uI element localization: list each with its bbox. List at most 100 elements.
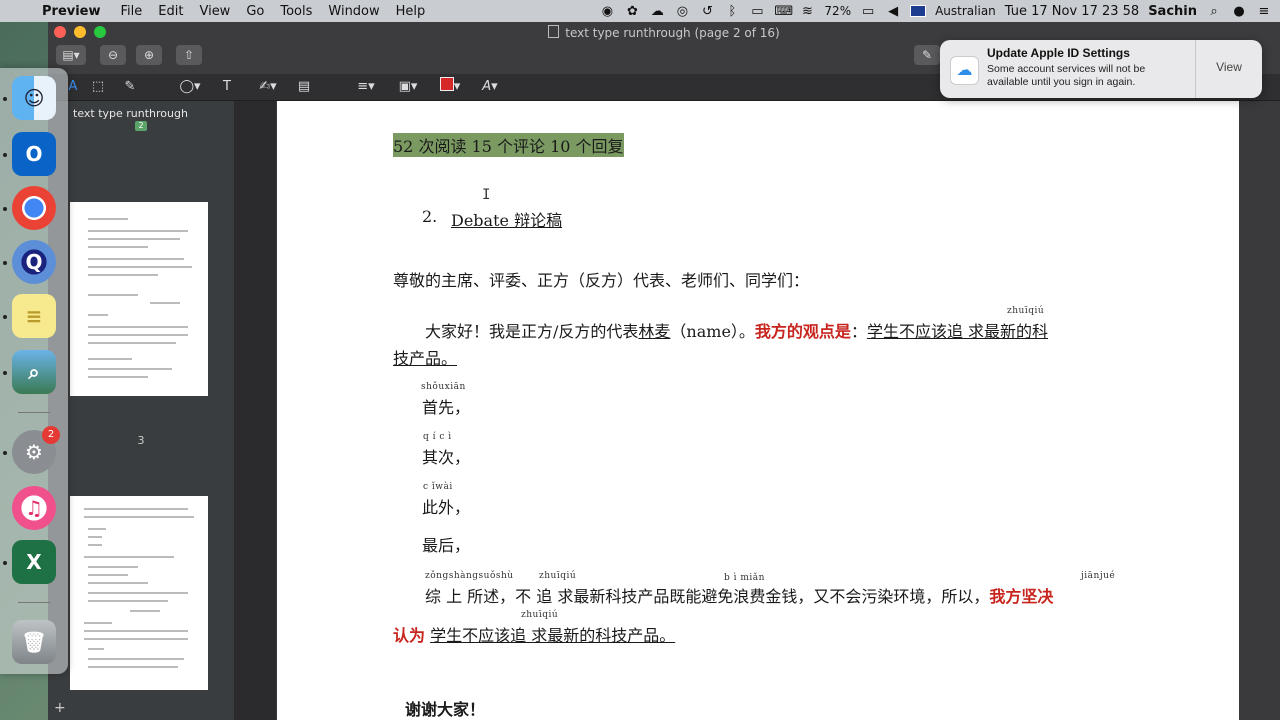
- share-button[interactable]: ⇧: [176, 45, 202, 65]
- read-stats: 52 次阅读 15 个评论 10 个回复: [393, 133, 624, 157]
- add-page-icon[interactable]: +: [54, 700, 66, 716]
- page-number-badge: 2: [135, 121, 147, 131]
- fill-color-swatch: [439, 77, 454, 91]
- status-tray: ◉ ✿ ☁ ◎ ↺ ᛒ ▭ ⌨ ≋ 72% ▭ ◀ Australian Tue…: [599, 0, 1272, 22]
- record-icon[interactable]: ◉: [599, 4, 615, 19]
- spotlight-icon[interactable]: ⌕: [1206, 4, 1222, 19]
- sidebar-toggle-button[interactable]: ▤▾: [56, 45, 86, 65]
- running-dot: [3, 153, 7, 157]
- zoom-out-button[interactable]: ⊖: [100, 45, 126, 65]
- music-icon[interactable]: ♫: [12, 486, 56, 530]
- menu-edit[interactable]: Edit: [158, 4, 183, 19]
- pinyin-zongshang: zǒngshàngsuǒshù: [425, 571, 514, 581]
- airdrop-icon[interactable]: ◎: [674, 4, 690, 19]
- page-thumbnail-3[interactable]: [70, 202, 208, 396]
- pinyin-shouxian: shǒuxiān: [421, 382, 466, 392]
- menu-app-name[interactable]: Preview: [42, 4, 101, 19]
- border-color-icon[interactable]: ▣▾: [390, 77, 426, 97]
- preview-icon[interactable]: ⌕: [12, 350, 56, 394]
- point-last: 最后，: [422, 536, 471, 555]
- pinyin-qici: q í c ì: [423, 432, 452, 442]
- running-dot: [3, 97, 7, 101]
- keyboard-icon[interactable]: ⌨: [774, 4, 793, 19]
- thumbnail-page-label: 3: [137, 434, 145, 447]
- time-machine-icon[interactable]: ↺: [699, 4, 715, 19]
- notification-view-button[interactable]: View: [1196, 60, 1262, 74]
- running-dot: [3, 207, 7, 211]
- claim-text-cont: 技产品。: [393, 349, 458, 368]
- wifi-icon[interactable]: ≋: [799, 4, 815, 19]
- control-center-icon[interactable]: ≡: [1256, 4, 1272, 19]
- pinyin-jianjue: jiānjué: [1081, 571, 1116, 581]
- menu-window[interactable]: Window: [328, 4, 379, 19]
- dock: ☺ O Q ≡ ⌕ ⚙ 2 ♫ X 🗑: [0, 68, 68, 674]
- text-cursor-icon: I: [482, 187, 491, 203]
- menu-go[interactable]: Go: [246, 4, 264, 19]
- conclusion-claim: 学生不应该追 求最新的科技产品。: [430, 626, 676, 645]
- menu-file[interactable]: File: [121, 4, 143, 19]
- icloud-icon: ☁: [950, 56, 979, 85]
- sidebar-title: text type runthrough: [73, 107, 188, 120]
- zoom-in-button[interactable]: ⊕: [136, 45, 162, 65]
- battery-icon[interactable]: ▭: [860, 4, 876, 19]
- line-style-icon[interactable]: ≡▾: [348, 77, 384, 97]
- text-box-icon[interactable]: T: [216, 77, 238, 97]
- volume-icon[interactable]: ◀: [885, 4, 901, 19]
- chrome-icon[interactable]: [12, 186, 56, 230]
- quicktime-icon[interactable]: Q: [12, 240, 56, 284]
- apple-id-notification[interactable]: ☁ Update Apple ID Settings Some account …: [940, 40, 1262, 98]
- thanks: 谢谢大家！: [405, 700, 486, 719]
- pinyin-zhuiqiu-2: zhuīqiú: [539, 571, 577, 581]
- siri-icon[interactable]: ●: [1231, 4, 1247, 19]
- menu-clock[interactable]: Tue 17 Nov 17 23 58: [1005, 4, 1139, 19]
- finder-icon[interactable]: ☺: [12, 76, 56, 120]
- dock-separator: [18, 602, 50, 603]
- cloud-icon[interactable]: ☁: [649, 4, 665, 19]
- speaker-name: 林麦: [638, 322, 671, 341]
- page-thumbnail-4[interactable]: [70, 496, 208, 690]
- menu-user[interactable]: Sachin: [1148, 4, 1197, 19]
- document-page[interactable]: 52 次阅读 15 个评论 10 个回复 I 2. Debate 辩论稿 尊敬的…: [277, 101, 1239, 720]
- conclusion-text: 综 上 所述，不 追 求最新科技产品既能避免浪费金钱，又不会污染环境，所以，: [425, 587, 990, 606]
- intro-line: 大家好！我是正方/反方的代表林麦（name）。我方的观点是：学生不应该追 求最新…: [425, 318, 1048, 342]
- heading-number: 2.: [422, 207, 438, 226]
- pinyin-ciwai: c ǐwài: [423, 482, 453, 492]
- rect-select-icon[interactable]: ⬚: [88, 77, 108, 97]
- menu-help[interactable]: Help: [396, 4, 426, 19]
- point-besides: 此外，: [422, 498, 471, 517]
- notes-icon[interactable]: ≡: [12, 294, 56, 338]
- outlook-icon[interactable]: O: [12, 132, 56, 176]
- text-style-icon[interactable]: A▾: [472, 77, 508, 97]
- running-dot: [3, 371, 7, 375]
- thumbnail-sidebar: text type runthrough 2 3 +: [48, 101, 234, 720]
- bluetooth-icon[interactable]: ᛒ: [724, 4, 740, 19]
- note-icon[interactable]: ▤: [294, 77, 314, 97]
- sketch-icon[interactable]: ✎: [120, 77, 140, 97]
- document-icon: [548, 25, 560, 38]
- fill-color-button[interactable]: ▾: [432, 77, 468, 97]
- trash-icon[interactable]: 🗑: [12, 620, 56, 664]
- battery-percent[interactable]: 72%: [824, 4, 851, 18]
- text-select-icon[interactable]: A: [66, 77, 80, 97]
- pinyin-zhuiqiu: zhuīqiú: [1007, 306, 1045, 316]
- menu-view[interactable]: View: [199, 4, 230, 19]
- running-dot: [3, 261, 7, 265]
- heading-debate: Debate 辩论稿: [451, 211, 563, 230]
- intro-text: 大家好！我是正方/反方的代表: [425, 322, 639, 341]
- shapes-icon[interactable]: ◯▾: [172, 77, 208, 97]
- excel-icon[interactable]: X: [12, 540, 56, 584]
- creative-cloud-icon[interactable]: ✿: [624, 4, 640, 19]
- markup-pen-button[interactable]: ✎: [914, 45, 940, 65]
- airplay-icon[interactable]: ▭: [749, 4, 765, 19]
- flag-icon[interactable]: [910, 5, 927, 17]
- menu-tools[interactable]: Tools: [280, 4, 312, 19]
- running-dot: [3, 315, 7, 319]
- input-source[interactable]: Australian: [935, 4, 996, 18]
- sign-icon[interactable]: ✍▾: [250, 77, 286, 97]
- window-title: text type runthrough (page 2 of 16): [48, 25, 1280, 40]
- sidebar-divider[interactable]: [234, 101, 276, 720]
- our-view-label: 我方的观点是: [754, 322, 851, 341]
- notification-body: Some account services will not be availa…: [987, 63, 1146, 88]
- window-title-text: text type runthrough (page 2 of 16): [565, 26, 780, 40]
- salutation: 尊敬的主席、评委、正方（反方）代表、老师们、同学们：: [393, 271, 810, 290]
